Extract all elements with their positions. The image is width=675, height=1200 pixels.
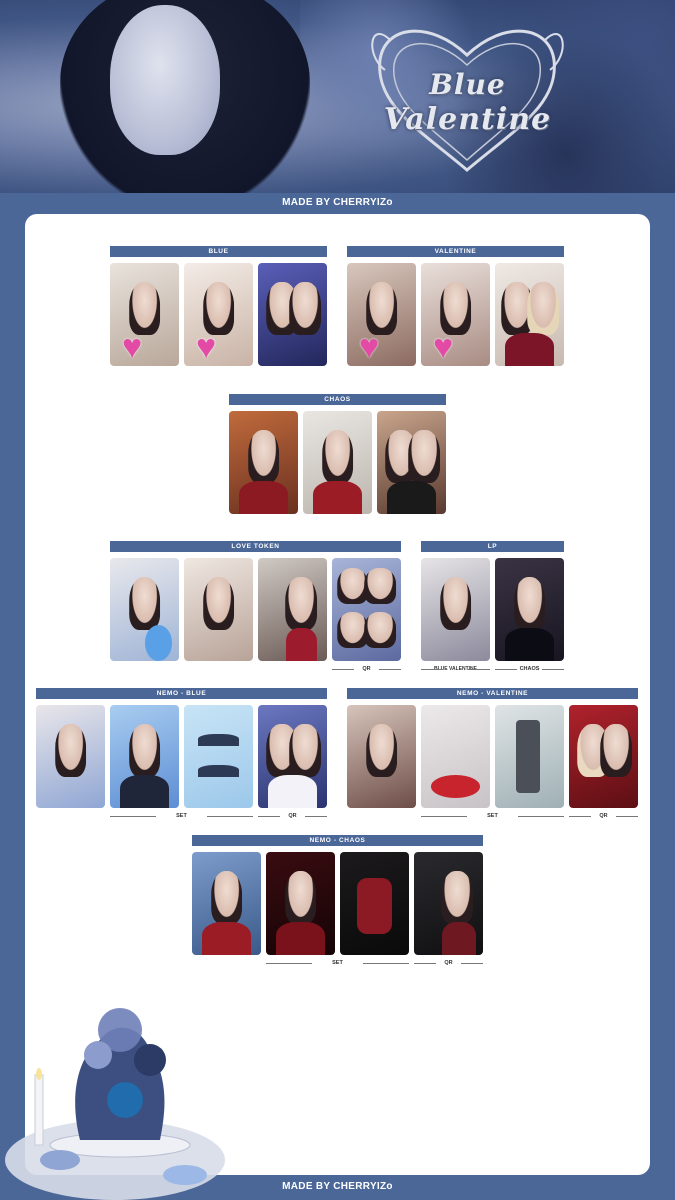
- heart-sparkle-sticker-icon: ♥: [196, 328, 217, 366]
- section-header: NEMO - BLUE: [36, 688, 327, 699]
- heart-sparkle-sticker-icon: ♥: [433, 328, 454, 366]
- heart-sparkle-sticker-icon: ♥: [359, 328, 380, 366]
- section-valentine: VALENTINE ♥ ♥: [347, 246, 564, 366]
- qr-label: QR: [332, 664, 401, 674]
- heart-sparkle-sticker-icon: ♥: [122, 328, 143, 366]
- photocard: [36, 705, 105, 808]
- qr-label: QR: [414, 958, 483, 968]
- lp-chaos-label: CHAOS: [495, 664, 564, 674]
- photocard: [340, 852, 409, 955]
- photocard: [495, 263, 564, 366]
- section-chaos: CHAOS: [229, 394, 446, 514]
- photocard: [495, 558, 564, 661]
- photocard: [266, 852, 335, 955]
- photocard: [184, 558, 253, 661]
- photocard: [184, 705, 253, 808]
- photocard: [569, 705, 638, 808]
- photocard: [421, 558, 490, 661]
- photocard: [110, 558, 179, 661]
- photocard: [303, 411, 372, 514]
- photocard: ♥: [110, 263, 179, 366]
- set-label: SET: [110, 811, 253, 821]
- credit-bottom: MADE BY CHERRYIZo: [282, 1181, 393, 1192]
- section-header: VALENTINE: [347, 246, 564, 257]
- photocard: [377, 411, 446, 514]
- photocard: ♥: [421, 263, 490, 366]
- photocard: ♥: [184, 263, 253, 366]
- lp-blue-valentine-label: BLUE VALENTINE: [421, 664, 490, 674]
- section-header: NEMO - CHAOS: [192, 835, 483, 846]
- section-header: NEMO - VALENTINE: [347, 688, 638, 699]
- album-logo: Blue Valentine: [360, 10, 575, 185]
- portrait-image: [110, 5, 220, 155]
- photocard: [258, 263, 327, 366]
- photocard: [258, 558, 327, 661]
- photocard: [192, 852, 261, 955]
- photocard: ♥: [347, 263, 416, 366]
- section-lp: LP BLUE VALENTINE CHAOS: [421, 541, 564, 672]
- qr-label: QR: [569, 811, 638, 821]
- header-banner: Blue Valentine: [0, 0, 675, 193]
- section-nemo-chaos: NEMO - CHAOS SET QR: [192, 835, 483, 966]
- section-header: LP: [421, 541, 564, 552]
- title-line-1: Blue: [429, 68, 506, 101]
- section-nemo-blue: NEMO - BLUE SET QR: [36, 688, 327, 819]
- photocard: [414, 852, 483, 955]
- set-label: SET: [266, 958, 409, 968]
- title-line-2: Valentine: [383, 102, 552, 137]
- section-header: BLUE: [110, 246, 327, 257]
- photocard: [258, 705, 327, 808]
- photocard: [110, 705, 179, 808]
- section-header: CHAOS: [229, 394, 446, 405]
- credit-top: MADE BY CHERRYIZo: [282, 197, 393, 208]
- photocard: [347, 705, 416, 808]
- photocard: [421, 705, 490, 808]
- section-love-token: LOVE TOKEN QR: [110, 541, 401, 672]
- qr-label: QR: [258, 811, 327, 821]
- cake-decoration-image: [5, 1008, 225, 1200]
- section-header: LOVE TOKEN: [110, 541, 401, 552]
- section-blue: BLUE ♥ ♥: [110, 246, 327, 366]
- section-nemo-valentine: NEMO - VALENTINE SET QR: [347, 688, 638, 819]
- photocard: [495, 705, 564, 808]
- photocard: [229, 411, 298, 514]
- set-label: SET: [421, 811, 564, 821]
- photocard: [332, 558, 401, 661]
